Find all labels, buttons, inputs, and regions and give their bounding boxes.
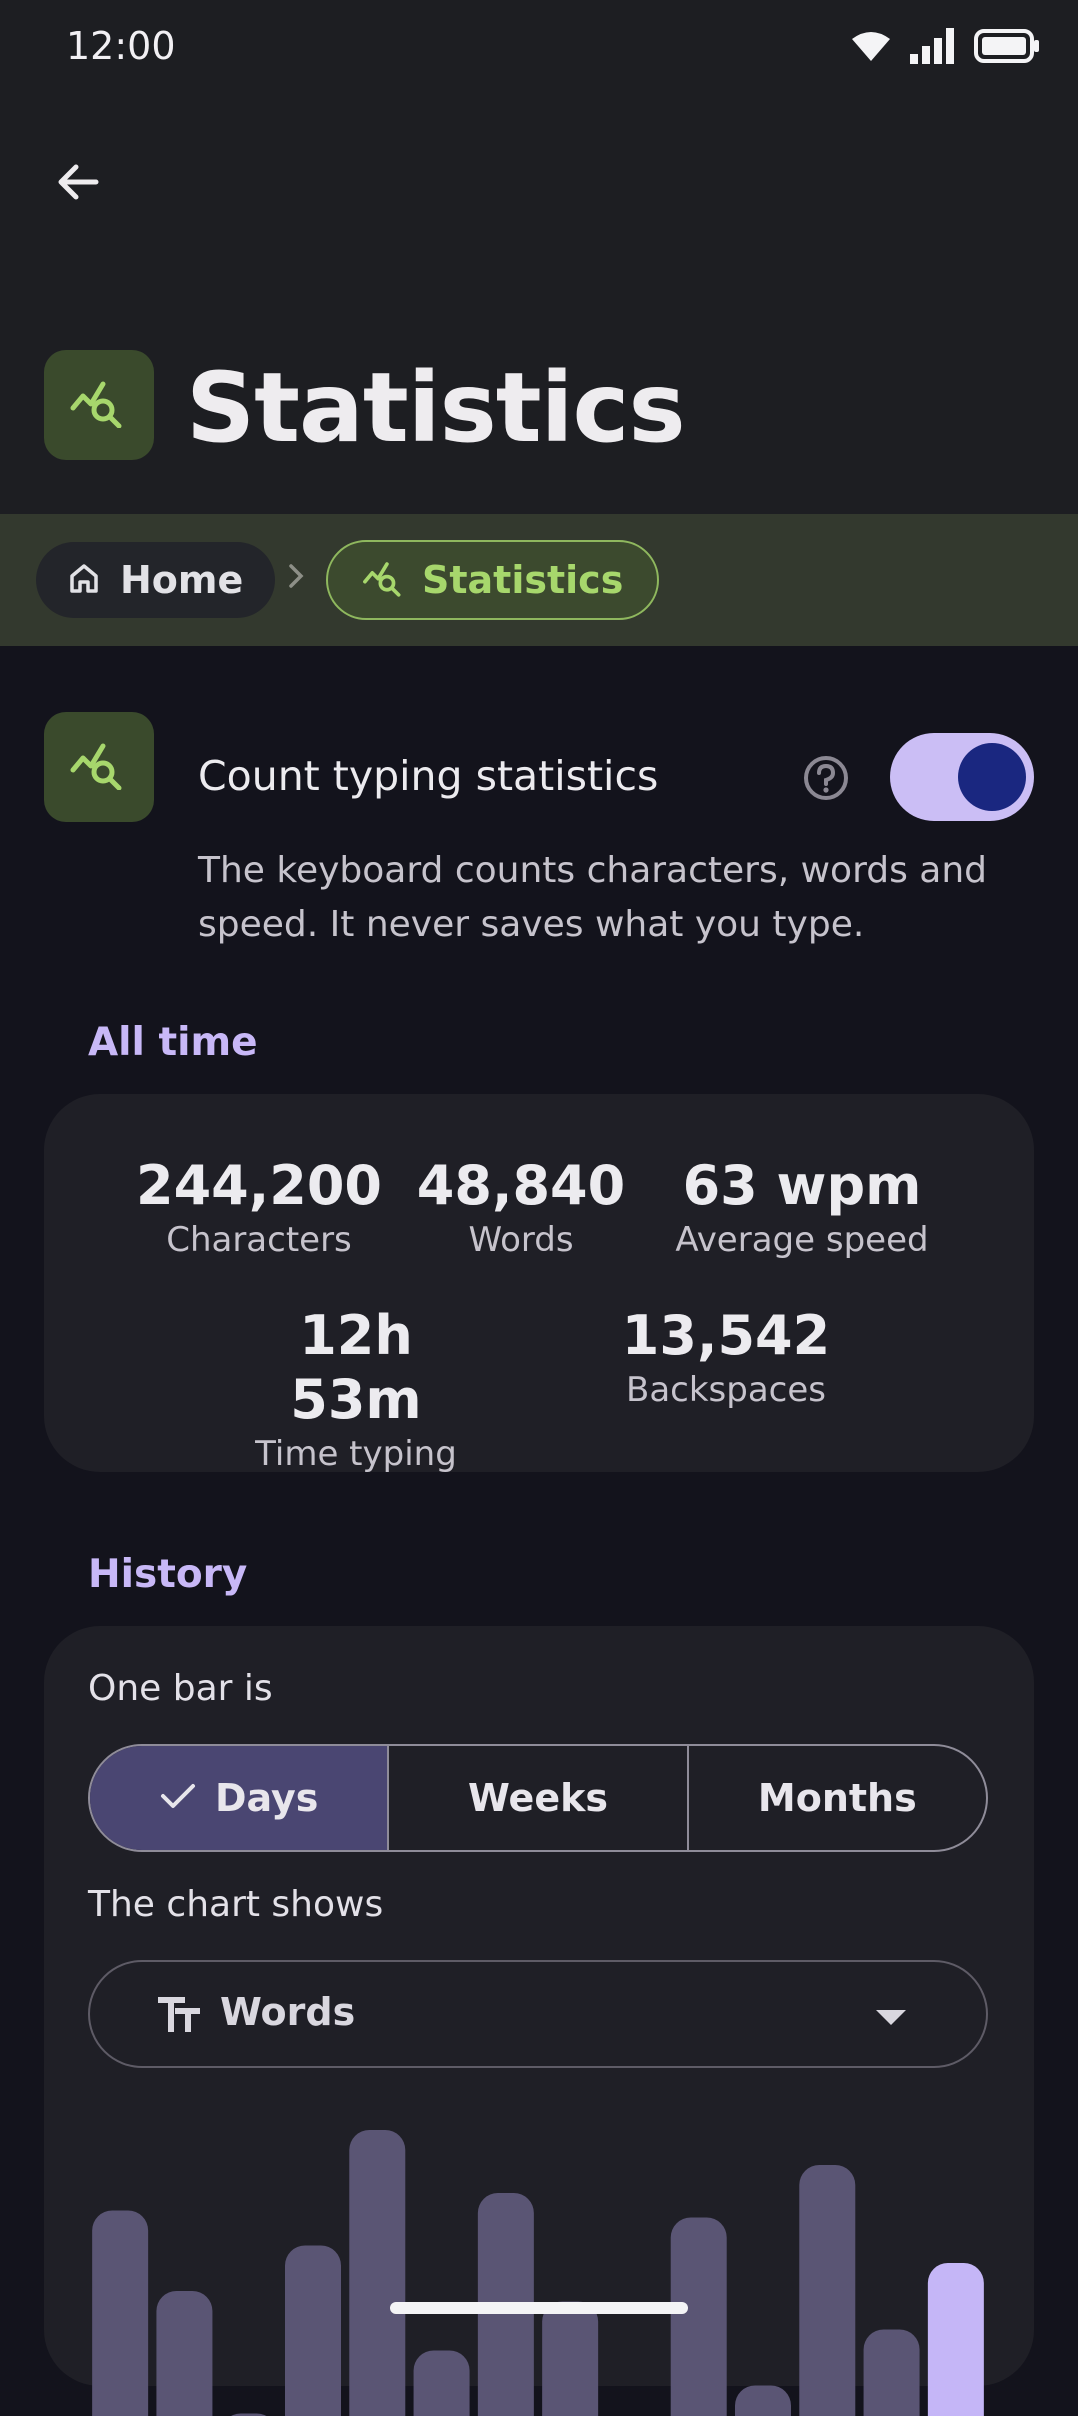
history-bar-chart: [88, 2106, 988, 2416]
stat-label: Time typing: [226, 1432, 486, 1476]
stat-backspaces: 13,542 Backspaces: [596, 1304, 856, 1412]
stat-value: 13,542: [596, 1304, 856, 1368]
status-icons: [852, 28, 1040, 68]
period-days[interactable]: Days: [90, 1746, 389, 1850]
check-icon: [159, 1776, 197, 1820]
gesture-handle: [390, 2302, 688, 2314]
chart-bar[interactable]: [92, 2211, 148, 2416]
all-time-label: All time: [88, 1020, 258, 1065]
chart-bar[interactable]: [799, 2165, 855, 2416]
stat-time-typing: 12h 53m Time typing: [226, 1304, 486, 1476]
breadcrumb-home-label: Home: [120, 558, 243, 602]
count-statistics-toggle[interactable]: [890, 733, 1034, 821]
chart-bar[interactable]: [864, 2330, 920, 2416]
toggle-knob: [958, 743, 1026, 811]
breadcrumb-statistics-label: Statistics: [422, 558, 623, 602]
chart-bar[interactable]: [542, 2302, 598, 2416]
breadcrumb-home[interactable]: Home: [36, 542, 275, 618]
period-weeks[interactable]: Weeks: [389, 1746, 688, 1850]
setting-icon-box: [44, 712, 154, 822]
setting-title: Count typing statistics: [198, 752, 658, 800]
stat-label: Words: [391, 1218, 651, 1262]
text-size-icon: [158, 1996, 200, 2036]
battery-icon: [974, 29, 1040, 67]
back-button[interactable]: [44, 150, 112, 218]
help-circle-icon[interactable]: [802, 754, 850, 806]
stat-label: Average speed: [647, 1218, 957, 1262]
stat-value: 244,200: [129, 1154, 389, 1218]
status-time: 12:00: [66, 24, 176, 68]
stat-value: 63 wpm: [647, 1154, 957, 1218]
stat-value: 12h 53m: [226, 1304, 486, 1432]
period-segmented-control: Days Weeks Months: [88, 1744, 988, 1852]
bar-period-label: One bar is: [88, 1668, 273, 1709]
chart-bar[interactable]: [414, 2351, 470, 2416]
period-weeks-label: Weeks: [468, 1776, 608, 1820]
history-card: One bar is Days Weeks Months The chart s…: [44, 1626, 1034, 2386]
breadcrumb-statistics[interactable]: Statistics: [326, 540, 659, 620]
arrow-left-icon: [54, 158, 102, 210]
stat-words: 48,840 Words: [391, 1154, 651, 1262]
history-label: History: [88, 1552, 247, 1597]
chart-bar[interactable]: [928, 2263, 984, 2416]
chart-bar[interactable]: [671, 2218, 727, 2416]
stat-label: Backspaces: [596, 1368, 856, 1412]
chart-bar[interactable]: [156, 2291, 212, 2416]
metric-dropdown-value: Words: [220, 1990, 355, 2034]
chevron-right-icon: [286, 560, 306, 596]
signal-icon: [910, 28, 954, 68]
chart-metric-label: The chart shows: [88, 1884, 383, 1925]
chart-search-icon: [69, 378, 129, 432]
stat-label: Characters: [129, 1218, 389, 1262]
all-time-card: 244,200 Characters 48,840 Words 63 wpm A…: [44, 1094, 1034, 1472]
breadcrumb: Home Statistics: [0, 514, 1078, 646]
wifi-icon: [852, 31, 890, 65]
period-months[interactable]: Months: [689, 1746, 986, 1850]
chart-search-icon: [69, 740, 129, 794]
dropdown-arrow-icon: [876, 2010, 906, 2030]
stat-value: 48,840: [391, 1154, 651, 1218]
chart-bar[interactable]: [349, 2130, 405, 2416]
chart-bar[interactable]: [735, 2386, 791, 2416]
home-icon: [66, 560, 102, 600]
period-months-label: Months: [758, 1776, 917, 1820]
period-days-label: Days: [215, 1776, 318, 1820]
setting-description: The keyboard counts characters, words an…: [198, 844, 1018, 952]
top-app-bar: 12:00 Statistics: [0, 0, 1078, 514]
stat-average-speed: 63 wpm Average speed: [647, 1154, 957, 1262]
chart-bar[interactable]: [285, 2246, 341, 2416]
stat-characters: 244,200 Characters: [129, 1154, 389, 1262]
chart-search-icon: [362, 559, 406, 601]
metric-dropdown[interactable]: Words: [88, 1960, 988, 2068]
page-title: Statistics: [186, 352, 685, 464]
title-icon-box: [44, 350, 154, 460]
